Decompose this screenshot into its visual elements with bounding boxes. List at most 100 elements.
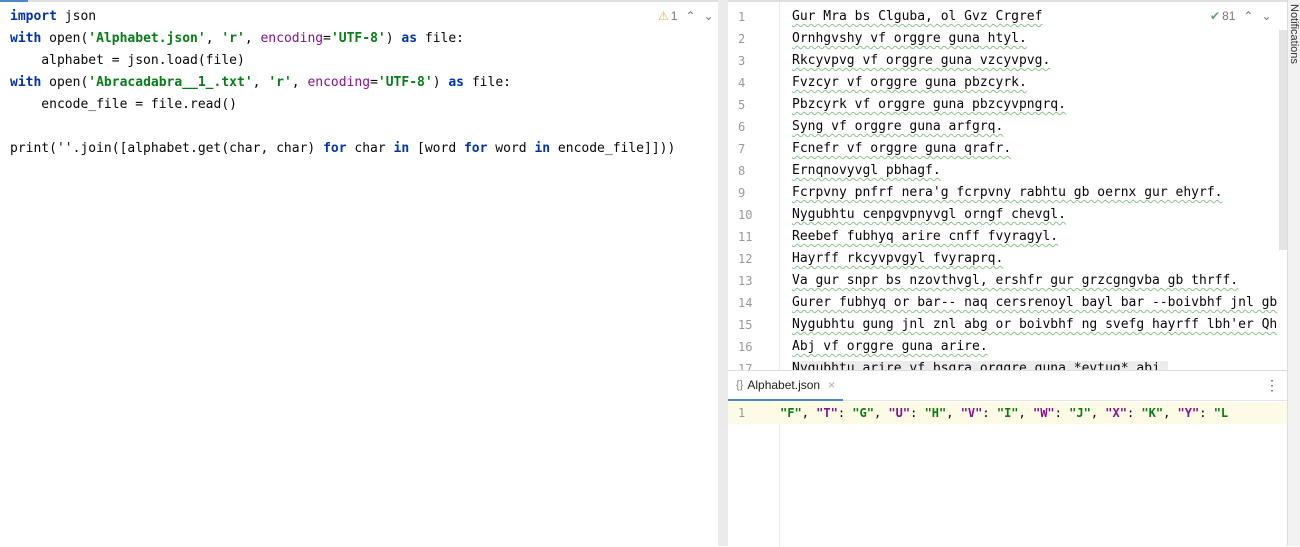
active-tab-indicator (0, 0, 28, 2)
code-token: encode_file]])) (550, 141, 676, 156)
vertical-scrollbar[interactable] (1279, 30, 1287, 250)
text-line-content: Gur Mra bs Clguba, ol Gvz Crgref (792, 9, 1043, 24)
tab-bar: {} Alphabet.json × ⋮ (728, 371, 1287, 401)
json-token: "V" (960, 406, 983, 420)
code-line[interactable] (10, 116, 675, 138)
code-line[interactable]: with open('Alphabet.json', 'r', encoding… (10, 28, 675, 50)
line-number: 9 (738, 186, 746, 200)
warning-icon: ⚠ (658, 9, 669, 23)
code-token: 'Abracadabra__1_.txt' (88, 75, 253, 90)
line-number: 6 (738, 120, 746, 134)
text-line[interactable]: Va gur snpr bs nzovthvgl, ershfr gur grz… (792, 270, 1277, 292)
notifications-sidebar[interactable]: Notifications (1287, 0, 1300, 546)
text-line[interactable]: Syng vf orggre guna arfgrq. (792, 116, 1277, 138)
text-line-content: Gurer fubhyq or bar-- naq cersrenoyl bay… (792, 295, 1278, 310)
code-token: 'r' (221, 31, 245, 46)
text-line[interactable]: Abj vf orggre guna arire. (792, 336, 1277, 358)
warning-count: 1 (670, 9, 678, 23)
code-token: import (10, 9, 57, 24)
json-file-icon: {} (736, 378, 744, 391)
code-line[interactable]: import json (10, 6, 675, 28)
text-line-content: Rkcyvpvg vf orggre guna vzcyvpvg. (792, 53, 1051, 68)
text-line[interactable]: Ernqnovyvgl pbhagf. (792, 160, 1277, 182)
right-editor[interactable]: 1 2 3 4 5 6 7 8 9 10 11 12 13 14 15 16 17 Gur Mra bs Clg… (728, 0, 1287, 370)
json-token: , (946, 406, 961, 420)
text-line[interactable]: Nygubhtu gung jnl znl abg or boivbhf ng … (792, 314, 1277, 336)
text-line[interactable]: Gurer fubhyq or bar-- naq cersrenoyl bay… (792, 292, 1277, 314)
code-token: word (487, 141, 535, 156)
text-line[interactable]: Pbzcyrk vf orggre guna pbzcyvpngrq. (792, 94, 1277, 116)
line-number: 1 (738, 10, 746, 24)
python-code[interactable]: import json with open('Alphabet.json', 'r… (10, 6, 675, 160)
text-line[interactable]: Nygubhtu arire vf bsgra orggre guna *evt… (792, 358, 1277, 370)
text-line-content: Ornhgvshy vf orggre guna htyl. (792, 31, 1027, 46)
text-line[interactable]: Ornhgvshy vf orggre guna htyl. (792, 28, 1277, 50)
line-number: 3 (738, 54, 746, 68)
text-line-content: Nygubhtu arire vf bsgra orggre guna *evt… (792, 361, 1168, 370)
code-token: encoding (307, 75, 371, 90)
left-editor[interactable]: import json with open('Alphabet.json', 'r… (0, 0, 718, 546)
text-line-content: Ernqnovyvgl pbhagf. (792, 163, 941, 178)
code-line[interactable]: print(''.join([alphabet.get(char, char) … (10, 138, 675, 160)
line-number: 1 (738, 406, 746, 420)
json-content[interactable]: "F", "T": "G", "U": "H", "V": "I", "W": … (780, 402, 1228, 424)
inspection-widget[interactable]: ⚠ 1 ⌃ ⌄ (658, 9, 714, 23)
text-line-content: Reebef fubhyq arire cnff fvyragyl. (792, 229, 1059, 244)
line-number: 17 (738, 362, 753, 370)
line-number: 14 (738, 296, 753, 310)
code-token: in (393, 141, 410, 156)
text-line[interactable]: Rkcyvpvg vf orggre guna vzcyvpvg. (792, 50, 1277, 72)
previous-highlight-icon[interactable]: ⌃ (685, 9, 695, 23)
text-line[interactable]: Fcnefr vf orggre guna qrafr. (792, 138, 1277, 160)
inspection-widget[interactable]: ✔ 81 ⌃ ⌄ (1210, 9, 1272, 23)
code-token: ) (432, 75, 449, 90)
json-token: "J" (1069, 406, 1091, 420)
text-line[interactable]: Fvzcyr vf orggre guna pbzcyrk. (792, 72, 1277, 94)
json-token: "Y" (1177, 406, 1200, 420)
text-content[interactable]: Gur Mra bs Clguba, ol Gvz Crgref Ornhgvsh… (792, 6, 1277, 370)
bottom-editor-panel[interactable]: {} Alphabet.json × ⋮ 1 "F", "T": "G", "U… (728, 370, 1287, 547)
code-line[interactable]: with open('Abracadabra__1_.txt', 'r', en… (10, 72, 675, 94)
code-token: = (370, 75, 378, 90)
code-token: with (10, 31, 42, 46)
line-number: 8 (738, 164, 746, 178)
line-number: 11 (738, 230, 753, 244)
text-line[interactable]: Hayrff rkcyvpvgyl fvyraprq. (792, 248, 1277, 270)
code-line[interactable]: encode_file = file.read() (10, 94, 675, 116)
json-token: : (1199, 406, 1214, 420)
editor-splitter[interactable] (718, 0, 728, 546)
close-icon[interactable]: × (828, 378, 835, 392)
ok-count: 81 (1222, 9, 1236, 23)
json-token: "G" (852, 406, 874, 420)
json-token: "W" (1032, 406, 1055, 420)
text-line-content: Pbzcyrk vf orggre guna pbzcyvpngrq. (792, 97, 1066, 112)
previous-highlight-icon[interactable]: ⌃ (1243, 9, 1253, 23)
text-line[interactable]: Fcrpvny pnfrf nera'g fcrpvny rabhtu gb o… (792, 182, 1277, 204)
next-highlight-icon[interactable]: ⌄ (1261, 9, 1271, 23)
line-number: 13 (738, 274, 753, 288)
code-token: encode_file = file.read() (10, 97, 237, 112)
code-token: as (448, 75, 465, 90)
json-token: , (1163, 406, 1178, 420)
code-line[interactable]: alphabet = json.load(file) (10, 50, 675, 72)
next-highlight-icon[interactable]: ⌄ (704, 9, 714, 23)
text-line-content: Fcrpvny pnfrf nera'g fcrpvny rabhtu gb o… (792, 185, 1223, 200)
text-line-content: Nygubhtu cenpgvpnyvgl orngf chevgl. (792, 207, 1066, 222)
text-line[interactable]: Reebef fubhyq arire cnff fvyragyl. (792, 226, 1277, 248)
code-token: = (323, 31, 331, 46)
more-options-icon[interactable]: ⋮ (1265, 377, 1279, 394)
text-line[interactable]: Gur Mra bs Clguba, ol Gvz Crgref (792, 6, 1277, 28)
text-line[interactable]: Nygubhtu cenpgvpnyvgl orngf chevgl. (792, 204, 1277, 226)
json-token: : (1126, 406, 1142, 420)
tab-alphabet-json[interactable]: {} Alphabet.json × (728, 371, 844, 401)
line-number: 15 (738, 318, 753, 332)
current-line[interactable]: 1 "F", "T": "G", "U": "H", "V": "I", "W"… (728, 402, 1287, 424)
text-line-content: Nygubhtu gung jnl znl abg or boivbhf ng … (792, 317, 1278, 332)
text-line-content: Abj vf orggre guna arire. (792, 339, 988, 354)
line-number: 10 (738, 208, 753, 222)
code-token: open( (41, 31, 89, 46)
code-token: json (56, 9, 97, 24)
json-token: "I" (996, 406, 1019, 420)
json-token: , (873, 406, 889, 420)
line-number: 4 (738, 76, 746, 90)
